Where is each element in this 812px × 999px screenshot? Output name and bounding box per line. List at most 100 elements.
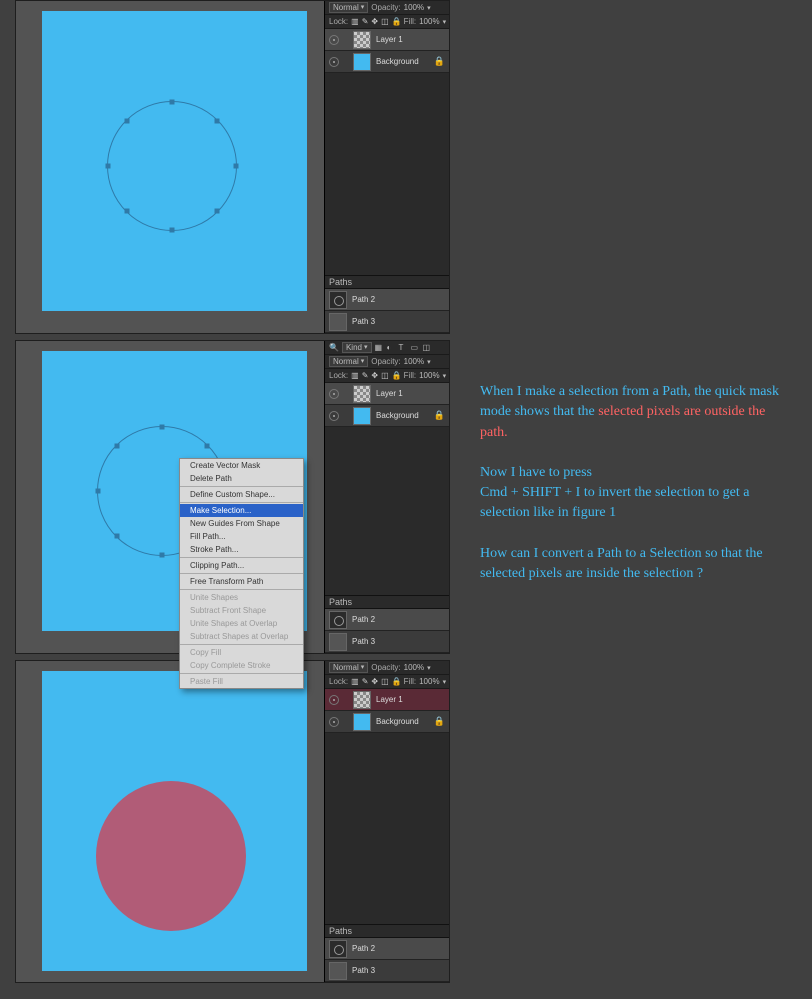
menu-item[interactable]: Free Transform Path [180,575,303,588]
lock-transparency-icon[interactable]: ▥ [351,371,359,380]
layer-row[interactable]: Layer 1 [325,29,449,51]
visibility-toggle-icon[interactable] [329,57,339,67]
lock-position-icon[interactable]: ✥ [371,371,378,380]
paths-panel-title[interactable]: Paths [325,595,449,609]
filter-shape-icon[interactable]: ▭ [411,343,420,352]
lock-pixels-icon[interactable]: ✎ [362,677,369,686]
visibility-toggle-icon[interactable] [329,717,339,727]
path-name[interactable]: Path 3 [352,637,375,646]
anchor-point[interactable] [234,164,239,169]
layer-row[interactable]: Background 🔒 [325,711,449,733]
menu-item[interactable]: New Guides From Shape [180,517,303,530]
path-row[interactable]: Path 3 [325,631,449,653]
layers-empty-area[interactable] [325,73,449,275]
layer-thumbnail[interactable] [353,713,371,731]
path-row[interactable]: Path 3 [325,311,449,333]
filter-kind-select[interactable]: Kind▾ [342,342,372,353]
layers-empty-area[interactable] [325,427,449,595]
path-thumbnail[interactable] [329,291,347,309]
paths-panel-title[interactable]: Paths [325,924,449,938]
menu-item[interactable]: Clipping Path... [180,559,303,572]
blend-mode-select[interactable]: Normal▾ [329,2,368,13]
anchor-point[interactable] [170,100,175,105]
filter-smart-icon[interactable]: ◫ [423,343,432,352]
filter-adjust-icon[interactable]: ◐ [387,343,396,352]
layer-row[interactable]: Layer 1 [325,689,449,711]
anchor-point[interactable] [205,443,210,448]
menu-item[interactable]: Delete Path [180,472,303,485]
anchor-point[interactable] [215,118,220,123]
canvas-area[interactable] [16,661,324,982]
lock-nesting-icon[interactable]: ◫ [381,17,389,26]
canvas-area[interactable] [16,1,324,333]
path-row[interactable]: Path 3 [325,960,449,982]
paths-panel-title[interactable]: Paths [325,275,449,289]
visibility-toggle-icon[interactable] [329,695,339,705]
opacity-value[interactable]: 100% [404,3,424,12]
anchor-point[interactable] [170,228,175,233]
layer-thumbnail[interactable] [353,407,371,425]
path-thumbnail[interactable] [329,611,347,629]
visibility-toggle-icon[interactable] [329,411,339,421]
lock-transparency-icon[interactable]: ▥ [351,17,359,26]
path-row[interactable]: Path 2 [325,609,449,631]
document-canvas[interactable] [42,11,307,311]
layer-name[interactable]: Background [376,57,419,66]
anchor-point[interactable] [124,209,129,214]
opacity-value[interactable]: 100% [404,663,424,672]
lock-pixels-icon[interactable]: ✎ [362,371,369,380]
anchor-point[interactable] [160,553,165,558]
layer-thumbnail[interactable] [353,385,371,403]
anchor-point[interactable] [124,118,129,123]
path-name[interactable]: Path 2 [352,295,375,304]
anchor-point[interactable] [106,164,111,169]
layer-name[interactable]: Layer 1 [376,389,403,398]
layer-row[interactable]: Background 🔒 [325,405,449,427]
menu-item[interactable]: Create Vector Mask [180,459,303,472]
layer-thumbnail[interactable] [353,31,371,49]
blend-mode-select[interactable]: Normal▾ [329,356,368,367]
menu-item[interactable]: Fill Path... [180,530,303,543]
path-name[interactable]: Path 3 [352,317,375,326]
layer-name[interactable]: Background [376,411,419,420]
layers-empty-area[interactable] [325,733,449,924]
menu-item[interactable]: Make Selection... [180,504,303,517]
layer-name[interactable]: Layer 1 [376,35,403,44]
visibility-toggle-icon[interactable] [329,389,339,399]
opacity-value[interactable]: 100% [404,357,424,366]
vector-path-circle[interactable] [107,101,237,231]
filter-pixel-icon[interactable]: ▦ [375,343,384,352]
path-name[interactable]: Path 3 [352,966,375,975]
layer-name[interactable]: Layer 1 [376,695,403,704]
path-row[interactable]: Path 2 [325,289,449,311]
layer-row[interactable]: Background 🔒 [325,51,449,73]
path-name[interactable]: Path 2 [352,944,375,953]
lock-transparency-icon[interactable]: ▥ [351,677,359,686]
menu-item[interactable]: Stroke Path... [180,543,303,556]
path-name[interactable]: Path 2 [352,615,375,624]
path-thumbnail[interactable] [329,633,347,651]
lock-position-icon[interactable]: ✥ [371,17,378,26]
anchor-point[interactable] [215,209,220,214]
visibility-toggle-icon[interactable] [329,35,339,45]
lock-nesting-icon[interactable]: ◫ [381,371,389,380]
layer-thumbnail[interactable] [353,691,371,709]
menu-item[interactable]: Define Custom Shape... [180,488,303,501]
fill-value[interactable]: 100% [419,371,439,380]
lock-pixels-icon[interactable]: ✎ [362,17,369,26]
document-canvas[interactable] [42,671,307,971]
anchor-point[interactable] [114,443,119,448]
canvas-area[interactable]: Create Vector MaskDelete Path Define Cust… [16,341,324,653]
lock-all-icon[interactable]: 🔒 [392,677,401,686]
anchor-point[interactable] [96,489,101,494]
fill-value[interactable]: 100% [419,17,439,26]
path-row[interactable]: Path 2 [325,938,449,960]
layer-thumbnail[interactable] [353,53,371,71]
lock-position-icon[interactable]: ✥ [371,677,378,686]
lock-all-icon[interactable]: 🔒 [392,17,401,26]
layer-name[interactable]: Background [376,717,419,726]
lock-nesting-icon[interactable]: ◫ [381,677,389,686]
path-thumbnail[interactable] [329,313,347,331]
blend-mode-select[interactable]: Normal▾ [329,662,368,673]
layer-row[interactable]: Layer 1 [325,383,449,405]
